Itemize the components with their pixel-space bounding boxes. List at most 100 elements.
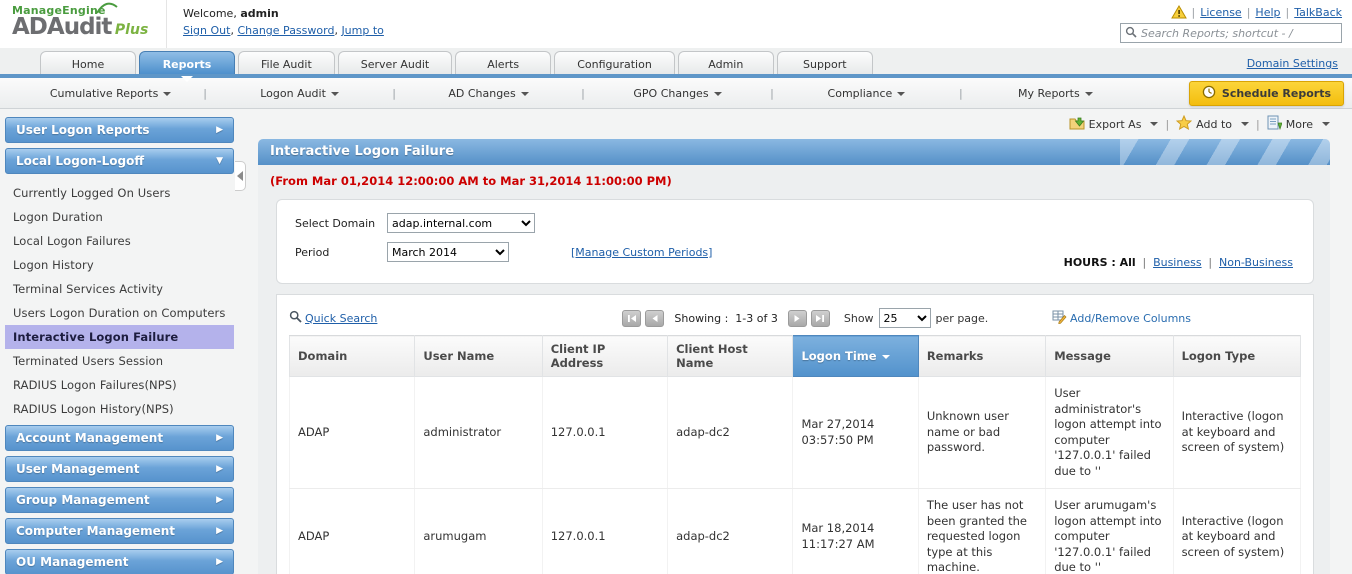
manage-custom-periods-link[interactable]: [Manage Custom Periods] <box>571 246 712 259</box>
tab-server-audit[interactable]: Server Audit <box>337 51 453 74</box>
schedule-reports-button[interactable]: Schedule Reports <box>1188 81 1344 106</box>
sidebar-section-group-management[interactable]: Group Management ▶ <box>5 487 234 513</box>
sidebar-section-user-logon-reports[interactable]: User Logon Reports ▶ <box>5 117 234 143</box>
domain-settings-link[interactable]: Domain Settings <box>1247 57 1338 70</box>
hours-non-business-link[interactable]: Non-Business <box>1219 256 1293 269</box>
sidebar-item-currently-logged-on-users[interactable]: Currently Logged On Users <box>5 181 234 205</box>
tab-label: Home <box>71 58 105 71</box>
filter-panel: Select Domain adap.internal.com Period M… <box>276 199 1314 284</box>
tab-alerts[interactable]: Alerts <box>455 51 552 74</box>
quick-search-label: Quick Search <box>305 311 378 325</box>
export-as-button[interactable]: Export As <box>1069 115 1159 133</box>
period-select[interactable]: March 2014 <box>387 242 509 262</box>
last-page-button[interactable] <box>810 309 830 327</box>
subnav-gpo-changes[interactable]: GPO Changes <box>585 87 770 100</box>
report-actions-row: Export As | Add to | More <box>258 109 1330 139</box>
column-label: Logon Time <box>801 349 877 363</box>
subnav-label: My Reports <box>1018 86 1080 100</box>
cell-logon-time: Mar 27,2014 03:57:50 PM <box>792 376 919 490</box>
help-link[interactable]: Help <box>1255 6 1280 19</box>
tab-support[interactable]: Support <box>776 51 873 74</box>
tab-home[interactable]: Home <box>40 51 136 74</box>
export-as-label: Export As <box>1088 117 1142 131</box>
tab-reports[interactable]: Reports <box>139 51 235 82</box>
sidebar-item-logon-history[interactable]: Logon History <box>5 253 234 277</box>
clock-icon <box>1202 85 1216 102</box>
hours-business-link[interactable]: Business <box>1153 256 1202 269</box>
chevron-down-icon: ▼ <box>216 156 223 166</box>
column-header-user-name[interactable]: User Name <box>414 335 543 377</box>
tab-label: Alerts <box>487 58 520 71</box>
sidebar-section-computer-management[interactable]: Computer Management ▶ <box>5 518 234 544</box>
chevron-down-icon <box>1241 122 1249 126</box>
chevron-down-icon <box>1084 91 1093 96</box>
sidebar-item-logon-duration[interactable]: Logon Duration <box>5 205 234 229</box>
more-button[interactable]: More <box>1267 115 1330 133</box>
change-password-link[interactable]: Change Password <box>237 24 334 37</box>
column-header-message[interactable]: Message <box>1045 335 1174 377</box>
page-size-select[interactable]: 25 <box>878 308 931 328</box>
search-input[interactable] <box>1141 26 1337 40</box>
select-domain-label: Select Domain <box>295 216 376 230</box>
subnav-label: Cumulative Reports <box>49 86 159 100</box>
jump-to-link[interactable]: Jump to <box>341 24 383 37</box>
sidebar-section-ou-management[interactable]: OU Management ▶ <box>5 549 234 574</box>
sidebar-section-user-management[interactable]: User Management ▶ <box>5 456 234 482</box>
sidebar-item-radius-logon-history-nps[interactable]: RADIUS Logon History(NPS) <box>5 397 234 421</box>
warning-icon[interactable] <box>1170 5 1187 19</box>
domain-select[interactable]: adap.internal.com <box>387 213 535 233</box>
sidebar-item-local-logon-failures[interactable]: Local Logon Failures <box>5 229 234 253</box>
subnav-my-reports[interactable]: My Reports <box>963 87 1148 100</box>
chevron-down-icon <box>897 91 906 96</box>
section-label: User Management <box>16 462 140 476</box>
column-header-logon-time[interactable]: Logon Time <box>792 335 919 377</box>
subnav-ad-changes[interactable]: AD Changes <box>396 87 581 100</box>
sidebar-item-terminal-services-activity[interactable]: Terminal Services Activity <box>5 277 234 301</box>
cell-client-host: adap-dc2 <box>667 488 794 574</box>
add-to-label: Add to <box>1196 117 1232 131</box>
tab-admin[interactable]: Admin <box>677 51 774 74</box>
column-header-domain[interactable]: Domain <box>288 335 416 377</box>
subnav-compliance[interactable]: Compliance <box>774 87 959 100</box>
cell-logon-type: Interactive (logon at keyboard and scree… <box>1173 376 1302 490</box>
reports-subnav: Cumulative Reports | Logon Audit | AD Ch… <box>0 78 1352 109</box>
column-header-remarks[interactable]: Remarks <box>917 335 1047 377</box>
subnav-cumulative-reports[interactable]: Cumulative Reports <box>18 87 203 100</box>
subnav-logon-audit[interactable]: Logon Audit <box>207 87 392 100</box>
column-header-logon-type[interactable]: Logon Type <box>1172 335 1302 377</box>
chevron-right-icon: ▶ <box>216 557 223 567</box>
add-remove-columns-button[interactable]: Add/Remove Columns <box>1052 310 1191 327</box>
logon-failure-table: Domain User Name Client IP Address Clien… <box>288 335 1302 574</box>
sign-out-link[interactable]: Sign Out <box>183 24 230 37</box>
tab-configuration[interactable]: Configuration <box>554 51 675 74</box>
subnav-label: Logon Audit <box>260 86 326 100</box>
separator: | <box>1191 5 1196 19</box>
add-to-button[interactable]: Add to <box>1175 114 1249 133</box>
session-links: Sign Out, Change Password, Jump to <box>183 24 384 37</box>
tab-label: Support <box>803 58 847 71</box>
sidebar-section-account-management[interactable]: Account Management ▶ <box>5 425 234 451</box>
cell-domain: ADAP <box>288 488 416 574</box>
sidebar-item-users-logon-duration-on-computers[interactable]: Users Logon Duration on Computers <box>5 301 234 325</box>
previous-page-button[interactable] <box>645 309 665 327</box>
separator: | <box>1142 256 1147 269</box>
next-page-button[interactable] <box>787 309 807 327</box>
column-header-client-ip-address[interactable]: Client IP Address <box>541 335 669 377</box>
sidebar-item-radius-logon-failures-nps[interactable]: RADIUS Logon Failures(NPS) <box>5 373 234 397</box>
chevron-down-icon <box>520 91 529 96</box>
utility-links: | License | Help | TalkBack <box>1120 5 1342 19</box>
search-icon <box>1125 26 1137 41</box>
sidebar-section-local-logon-logoff[interactable]: Local Logon-Logoff ▼ <box>5 148 234 174</box>
cell-user-name: arumugam <box>414 488 543 574</box>
tab-file-audit[interactable]: File Audit <box>238 51 335 74</box>
cell-remarks: The user has not been granted the reques… <box>918 488 1047 574</box>
license-link[interactable]: License <box>1200 6 1241 19</box>
first-page-button[interactable] <box>622 309 642 327</box>
talkback-link[interactable]: TalkBack <box>1294 6 1342 19</box>
sidebar-item-interactive-logon-failure[interactable]: Interactive Logon Failure <box>5 325 234 349</box>
column-header-client-host-name[interactable]: Client Host Name <box>667 335 794 377</box>
quick-search-button[interactable]: Quick Search <box>289 310 377 326</box>
hours-all-option[interactable]: All <box>1120 256 1136 269</box>
top-header: ManageEngine ADAudit Plus Welcome, admin… <box>0 0 1352 48</box>
sidebar-item-terminated-users-session[interactable]: Terminated Users Session <box>5 349 234 373</box>
